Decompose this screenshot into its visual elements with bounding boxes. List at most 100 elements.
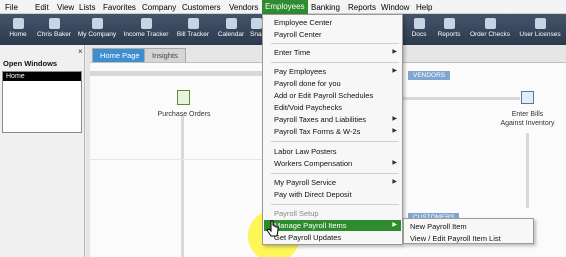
submenu-arrow-icon: ▶ <box>392 222 397 228</box>
user-icon <box>48 18 60 29</box>
menu-item-pay-employees[interactable]: Pay Employees ▶ <box>264 66 401 77</box>
open-window-home[interactable]: Home <box>3 72 81 81</box>
iconbar-my-company[interactable]: My Company <box>76 14 118 45</box>
submenu-arrow-icon: ▶ <box>392 128 397 134</box>
iconbar-bill-tracker[interactable]: Bill Tracker <box>174 14 212 45</box>
tab-insights[interactable]: Insights <box>144 48 186 62</box>
docs-icon <box>413 18 425 29</box>
vendors-section-tag: VENDORS <box>408 71 451 80</box>
iconbar-order-checks[interactable]: Order Checks <box>466 14 514 45</box>
section-divider <box>90 159 266 160</box>
iconbar-user[interactable]: Chris Baker <box>34 14 74 45</box>
menu-item-label: Manage Payroll Items <box>274 221 347 230</box>
submenu-item-new-payroll-item[interactable]: New Payroll Item <box>410 221 467 232</box>
menu-view[interactable]: View <box>55 2 76 13</box>
submenu-arrow-icon: ▶ <box>392 116 397 122</box>
company-icon <box>91 18 103 29</box>
tab-home-page[interactable]: Home Page <box>92 48 148 62</box>
open-windows-list: Home <box>2 71 82 133</box>
iconbar-calendar[interactable]: Calendar <box>214 14 248 45</box>
submenu-arrow-icon: ▶ <box>392 49 397 55</box>
menu-item-payroll-center[interactable]: Payroll Center <box>264 29 401 40</box>
menu-reports[interactable]: Reports <box>346 2 378 13</box>
submenu-arrow-icon: ▶ <box>392 179 397 185</box>
menu-item-manage-payroll-items[interactable]: Manage Payroll Items ▶ <box>264 220 401 231</box>
menu-item-label: My Payroll Service <box>274 178 337 187</box>
iconbar-income-tracker[interactable]: Income Tracker <box>120 14 172 45</box>
iconbar-reports[interactable]: Reports <box>434 14 464 45</box>
open-windows-panel: × Open Windows Home <box>0 45 85 257</box>
menu-file[interactable]: File <box>3 2 20 13</box>
menu-vendors[interactable]: Vendors <box>227 2 260 13</box>
employees-menu: Employee Center Payroll Center Enter Tim… <box>262 14 403 245</box>
order-checks-icon <box>484 18 496 29</box>
menu-edit[interactable]: Edit <box>33 2 51 13</box>
iconbar-home-label: Home <box>9 31 27 38</box>
menu-divider <box>271 43 399 44</box>
menu-item-label: Pay with Direct Deposit <box>274 190 352 199</box>
menu-favorites[interactable]: Favorites <box>101 2 138 13</box>
vendors-band-track <box>90 71 266 76</box>
menu-lists[interactable]: Lists <box>77 2 97 13</box>
menu-item-label: Edit/Void Paychecks <box>274 103 342 112</box>
iconbar-docs[interactable]: Docs <box>406 14 432 45</box>
menu-company[interactable]: Company <box>140 2 178 13</box>
menu-item-label: Payroll done for you <box>274 79 341 88</box>
iconbar-calendar-label: Calendar <box>217 31 245 38</box>
home-icon <box>12 18 24 29</box>
menu-divider <box>271 173 399 174</box>
snapshots-icon <box>250 18 262 29</box>
iconbar-user-label: Chris Baker <box>37 31 71 38</box>
menu-item-payroll-done-for-you[interactable]: Payroll done for you <box>264 78 401 89</box>
menu-item-employee-center[interactable]: Employee Center <box>264 17 401 28</box>
menu-window[interactable]: Window <box>379 2 411 13</box>
iconbar-snapshots-label: Snapshots <box>250 31 262 38</box>
menu-item-workers-compensation[interactable]: Workers Compensation ▶ <box>264 158 401 169</box>
close-icon[interactable]: × <box>78 47 83 56</box>
menu-item-label: Workers Compensation <box>274 159 353 168</box>
menu-divider <box>271 204 399 205</box>
iconbar-home[interactable]: Home <box>4 14 32 45</box>
calendar-icon <box>225 18 237 29</box>
reports-icon <box>443 18 455 29</box>
iconbar-bill-tracker-label: Bill Tracker <box>176 31 210 38</box>
iconbar-my-company-label: My Company <box>77 31 117 38</box>
iconbar-user-licenses[interactable]: User Licenses <box>516 14 564 45</box>
menu-help[interactable]: Help <box>414 2 434 13</box>
menu-item-labor-law-posters[interactable]: Labor Law Posters <box>264 146 401 157</box>
iconbar-income-tracker-label: Income Tracker <box>123 31 169 38</box>
purchase-orders-label[interactable]: Purchase Orders <box>153 110 215 119</box>
menu-divider <box>271 62 399 63</box>
flow-arrow-right <box>402 97 520 100</box>
user-licenses-icon <box>534 18 546 29</box>
menu-item-payroll-taxes[interactable]: Payroll Taxes and Liabilities ▶ <box>264 114 401 125</box>
submenu-arrow-icon: ▶ <box>392 160 397 166</box>
enter-bills-icon[interactable] <box>521 91 534 104</box>
menu-item-edit-void-paychecks[interactable]: Edit/Void Paychecks <box>264 102 401 113</box>
menu-item-get-payroll-updates[interactable]: Get Payroll Updates <box>264 232 401 243</box>
menu-item-direct-deposit[interactable]: Pay with Direct Deposit <box>264 189 401 200</box>
submenu-item-view-edit-payroll-list[interactable]: View / Edit Payroll Item List <box>410 233 501 244</box>
menu-employees[interactable]: Employees <box>262 0 308 14</box>
menu-divider <box>271 141 399 142</box>
menu-item-label: Pay Employees <box>274 67 327 76</box>
menu-customers[interactable]: Customers <box>180 2 223 13</box>
menu-item-enter-time[interactable]: Enter Time ▶ <box>264 47 401 58</box>
menu-item-payroll-schedules[interactable]: Add or Edit Payroll Schedules <box>264 90 401 101</box>
flow-line-right <box>526 133 529 208</box>
purchase-orders-icon[interactable] <box>177 90 190 105</box>
menu-item-payroll-tax-forms[interactable]: Payroll Tax Forms & W-2s ▶ <box>264 126 401 137</box>
menu-bar: File Edit View Lists Favorites Company C… <box>0 0 566 14</box>
submenu-arrow-icon: ▶ <box>392 68 397 74</box>
iconbar-user-licenses-label: User Licenses <box>519 31 561 38</box>
menu-item-label: Labor Law Posters <box>274 147 337 156</box>
enter-bills-label[interactable]: Enter Bills Against Inventory <box>500 110 555 128</box>
menu-item-label: Get Payroll Updates <box>274 233 342 242</box>
iconbar-snapshots[interactable]: Snapshots <box>250 14 262 45</box>
menu-item-my-payroll-service[interactable]: My Payroll Service ▶ <box>264 177 401 188</box>
menu-item-label: Add or Edit Payroll Schedules <box>274 91 374 100</box>
menu-item-label: Enter Time <box>274 48 311 57</box>
payroll-items-submenu: New Payroll Item View / Edit Payroll Ite… <box>403 218 534 244</box>
menu-item-label: Payroll Center <box>274 30 322 39</box>
menu-banking[interactable]: Banking <box>309 2 342 13</box>
